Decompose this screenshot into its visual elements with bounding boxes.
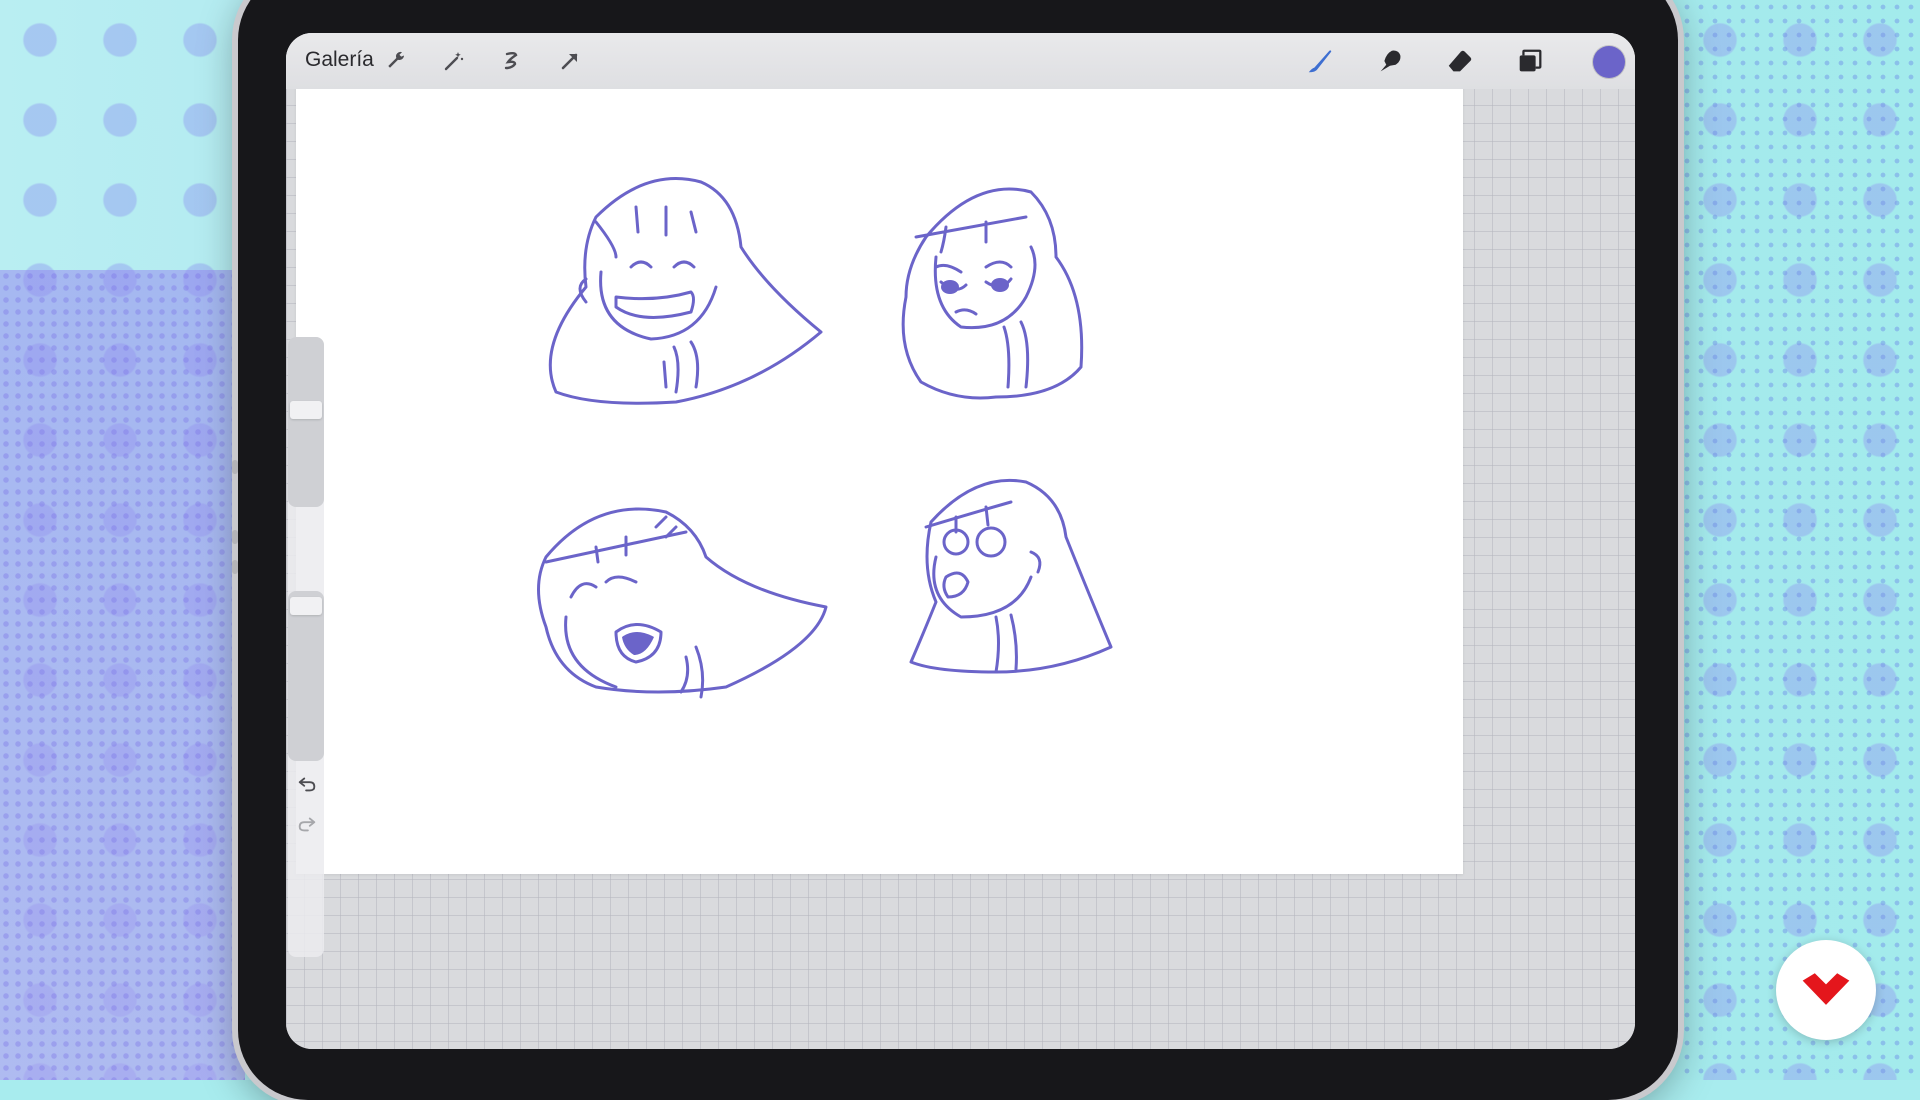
sketch-surprised [909,478,1113,674]
sad-eye-fill [991,278,1009,292]
paint-tool-button[interactable] [1304,45,1336,77]
left-sidebar [288,337,324,957]
transform-button[interactable] [554,45,586,77]
adjustments-button[interactable] [438,45,470,77]
eraser-tool-button[interactable] [1444,45,1476,77]
magic-wand-icon [444,52,464,71]
actions-button[interactable] [380,45,412,77]
sketch-angry [537,507,828,699]
sad-eye-fill [941,280,959,294]
top-toolbar: Galería [286,33,1635,89]
color-picker-button[interactable] [1593,46,1625,78]
brush-size-thumb[interactable] [290,401,322,419]
tablet-side-button [232,530,238,544]
eraser-icon [1448,50,1472,72]
backdrop-pattern-right [1680,0,1920,1080]
sketch-laughing [548,177,823,405]
brush-size-slider[interactable] [288,337,324,507]
angry-mouth-fill [622,632,654,655]
redo-icon[interactable] [296,813,318,835]
sketch-sad [901,187,1084,400]
brush-icon [1308,50,1332,73]
brand-logo [1776,940,1876,1040]
app-screen: Galería [286,33,1635,1049]
opacity-slider[interactable] [288,591,324,761]
smudge-tool-button[interactable] [1374,45,1406,77]
character-sketches [537,177,1113,699]
tablet-frame: Galería [232,0,1678,1100]
smudge-icon [1380,50,1401,72]
drawing-canvas[interactable] [296,57,1463,874]
selection-icon [504,52,518,70]
wrench-icon [388,51,404,68]
undo-icon[interactable] [296,773,318,795]
tablet-side-button [232,560,238,574]
opacity-thumb[interactable] [290,597,322,615]
selection-button[interactable] [496,45,528,77]
layers-button[interactable] [1514,45,1546,77]
backdrop-pattern-left [0,270,245,1080]
brand-mark-icon [1802,973,1850,1005]
gallery-button[interactable]: Galería [305,48,374,72]
layers-icon [1519,49,1542,72]
transform-arrow-icon [561,53,578,70]
tablet-side-button [232,460,238,474]
